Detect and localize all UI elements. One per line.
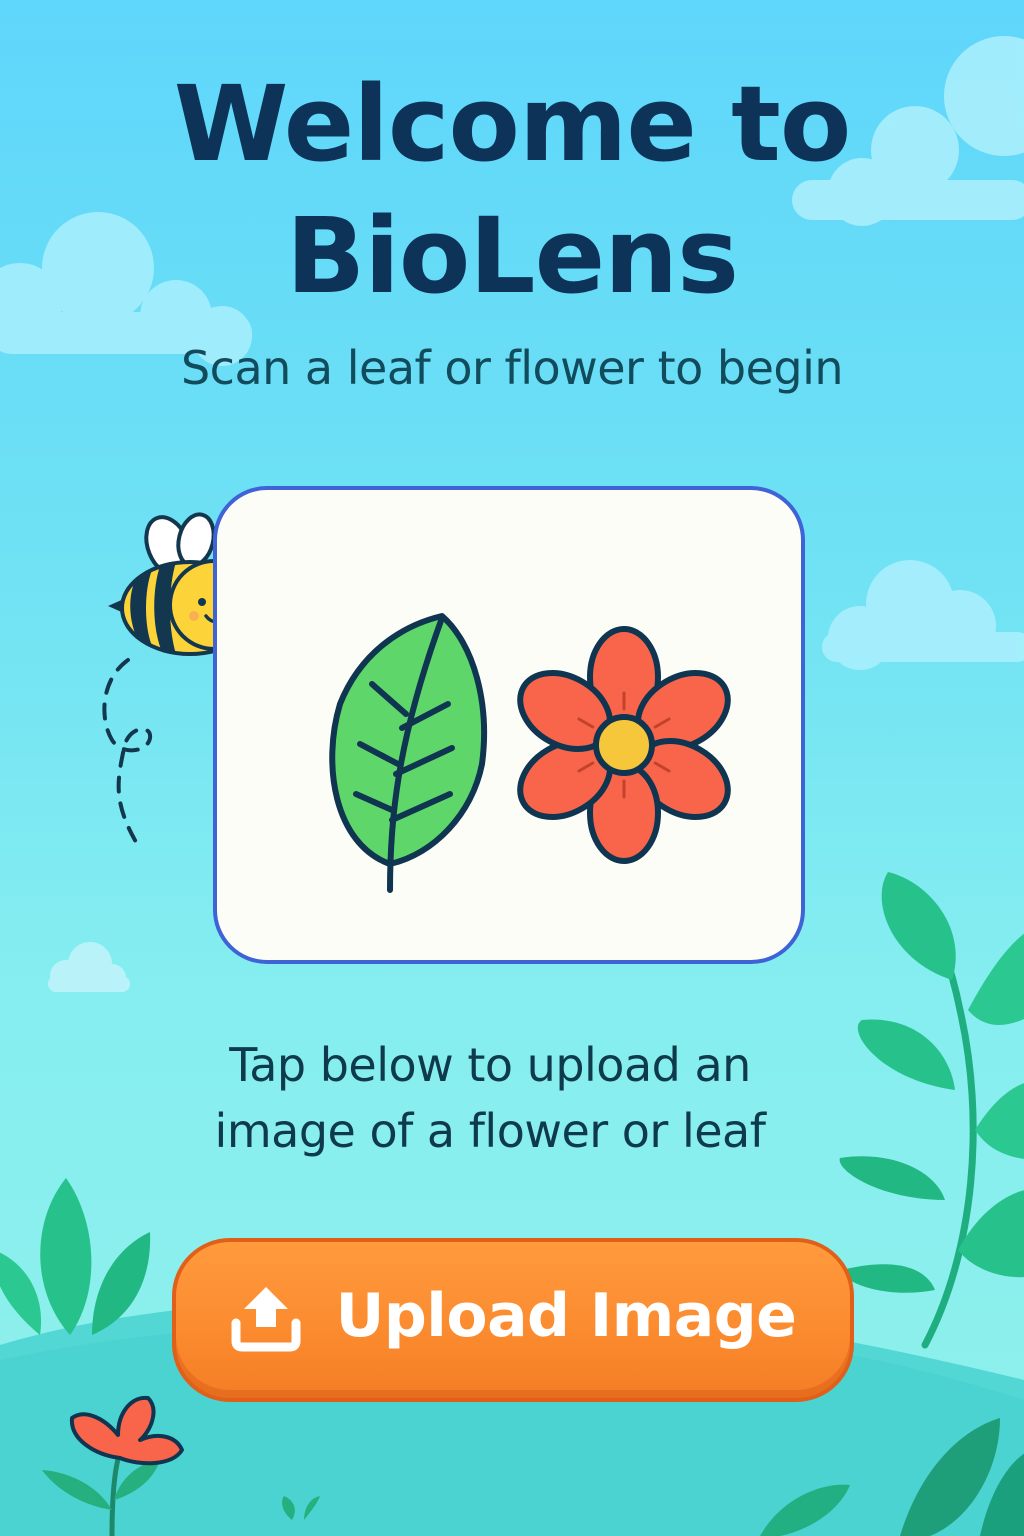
title-line-2: BioLens [285, 195, 739, 317]
page-title: Welcome to BioLens [0, 58, 1024, 322]
welcome-screen: Welcome to BioLens Scan a leaf or flower… [0, 0, 1024, 1536]
upload-image-button[interactable]: Upload Image [172, 1238, 854, 1402]
card-illustration [329, 613, 731, 893]
plant-leaves-left [0, 1178, 151, 1335]
upload-instruction: Tap below to upload an image of a flower… [130, 1032, 850, 1164]
flower-icon [517, 626, 731, 864]
flight-path [102, 658, 152, 844]
upload-button-label: Upload Image [335, 1281, 797, 1351]
cloud-icon [48, 942, 130, 992]
subtitle: Scan a leaf or flower to begin [180, 341, 844, 395]
instruction-line-1: Tap below to upload an [229, 1038, 751, 1092]
scan-preview-card [213, 486, 805, 964]
instruction-line-2: image of a flower or leaf [214, 1104, 766, 1158]
upload-icon [231, 1287, 301, 1352]
cloud-icon [822, 560, 1024, 670]
title-line-1: Welcome to [173, 63, 852, 185]
leaf-icon [329, 613, 488, 893]
plant-right [839, 872, 1024, 1349]
